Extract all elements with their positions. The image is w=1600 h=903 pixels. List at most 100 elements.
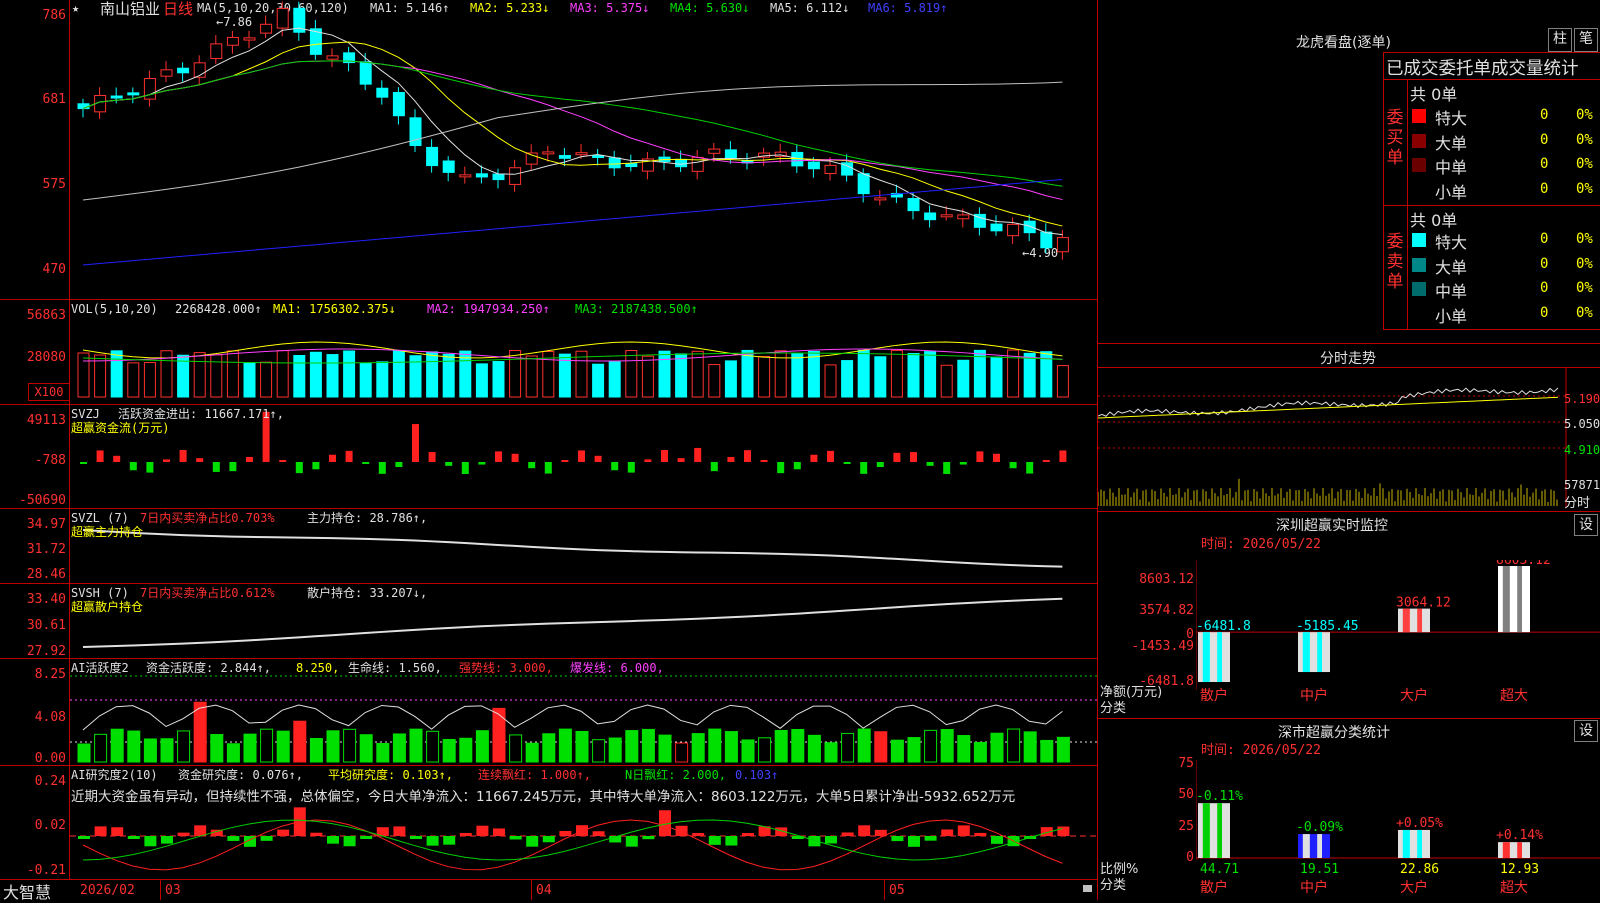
volume-bar (957, 359, 970, 398)
fund-flow-bar (627, 462, 635, 473)
candle-body (326, 55, 339, 60)
classify-chart: -0.11% 44.71 散户 -0.09% 19.51 中户 +0.05% 22.86 大户 +… (1196, 760, 1600, 896)
classify-title: 深市超赢分类统计 (1278, 725, 1390, 741)
ai1-tick-0: 8.25 (34, 667, 66, 682)
buy-row-name: 特大 (1435, 109, 1468, 128)
research-bar (443, 836, 456, 845)
research-bar (542, 836, 555, 843)
research-bar (957, 825, 970, 836)
fund-flow-bar (843, 462, 851, 464)
svsh-tick-0: 33.40 (26, 592, 66, 607)
monitor-bar-shade (1317, 632, 1322, 673)
fund-flow-bar (893, 452, 901, 462)
intraday-avg-line (1098, 396, 1559, 419)
activity-bar (791, 728, 805, 763)
ai1-tick-2: 0.00 (34, 751, 66, 766)
volume-bar (807, 350, 820, 398)
intraday-tick-3: 57871 (1564, 478, 1600, 492)
volume-bar (77, 352, 90, 398)
classify-value-label: 44.71 (1200, 862, 1239, 877)
classify-bar-shade (1402, 829, 1410, 858)
classify-bar-shade (1217, 803, 1222, 858)
vol-ma2: MA2: 1947934.250↑ (427, 302, 550, 316)
kline-chart[interactable] (70, 0, 1097, 880)
monitor-settings-button[interactable]: 设 (1574, 514, 1598, 536)
volume-bar (525, 355, 538, 398)
fund-flow-bar (395, 462, 403, 468)
research-bar (708, 836, 721, 845)
buy-color-swatch (1412, 109, 1426, 123)
fund-flow-bar (163, 459, 170, 462)
activity-bar (741, 739, 755, 763)
research-bar (393, 826, 406, 836)
monitor-bar-label: -6481.8 (1196, 619, 1251, 634)
volume-bar (708, 364, 721, 398)
classify-category-label: 中户 (1300, 879, 1328, 896)
tick-view-button[interactable]: 笔 (1574, 28, 1598, 52)
svsh-sub: 超赢散户持仓 (71, 600, 144, 614)
svsh-tick-2: 27.92 (26, 644, 66, 659)
volume-bar (924, 351, 937, 398)
svzl-tick-0: 34.97 (26, 517, 66, 532)
volume-bar (791, 353, 804, 398)
bar-view-button[interactable]: 柱 (1548, 28, 1572, 52)
activity-bar (592, 739, 606, 763)
vol-ma1: MA1: 1756302.375↓ (273, 302, 396, 316)
fund-flow-bar (860, 462, 868, 474)
ai2-tick-1: 0.02 (34, 818, 66, 833)
ai2-comment: 近期大资金虽有异动，但持续性不强，总体偏空，今日大单净流入：11667.245万… (71, 789, 1016, 805)
fund-flow-bar (644, 459, 652, 462)
candle-body (625, 163, 638, 168)
lock-icon[interactable] (1083, 885, 1092, 892)
fund-flow-bar (993, 453, 1000, 462)
fund-flow-bar (129, 462, 137, 471)
svzj-desc: 活跃资金进出: 11667.171↑, (118, 407, 284, 421)
activity-bar (309, 738, 323, 763)
candle-body (442, 160, 455, 173)
classify-tick-2: 25 (1178, 819, 1194, 834)
vol-unit-button[interactable]: X100 (28, 383, 70, 401)
monitor-category-label: 大户 (1400, 687, 1428, 704)
research-bar (559, 830, 572, 836)
activity-bar (426, 730, 440, 763)
fund-flow-bar (926, 462, 934, 466)
activity-bar (459, 737, 473, 763)
monitor-tick-3: -1453.49 (1131, 639, 1194, 654)
ai1-v1: 资金活跃度: 2.844↑, (146, 661, 272, 675)
ai2-v3: 连续飘红: 1.000↑, (478, 768, 592, 782)
buy-row-name: 大单 (1435, 133, 1468, 153)
classify-bar-shade (1502, 842, 1510, 858)
candle-body (1007, 223, 1020, 237)
buy-color-swatch (1412, 182, 1426, 197)
main-chart-area[interactable]: ★ 南山铝业 日线 MA(5,10,20,30,60,120) MA1: 5.1… (0, 0, 1098, 902)
fund-flow-bar (1059, 450, 1067, 462)
buy-row-pct: 0% (1576, 131, 1593, 148)
price-tick-0: 786 (42, 8, 66, 23)
classify-settings-button[interactable]: 设 (1574, 720, 1598, 742)
activity-bar (276, 730, 290, 763)
candle-body (260, 23, 273, 34)
classify-category-label: 超大 (1500, 880, 1528, 896)
classify-value-label: 22.86 (1400, 862, 1439, 877)
date-tick-apr: 04 (536, 883, 552, 898)
candle-body (990, 223, 1003, 232)
classify-bar-shade (1417, 829, 1422, 858)
svzl-desc: 7日内买卖净占比0.703% (140, 511, 275, 525)
activity-bar (525, 742, 539, 763)
activity-bar (774, 729, 788, 763)
svsh-desc: 7日内买卖净占比0.612% (140, 586, 275, 600)
activity-bar (824, 742, 838, 763)
volume-bar (841, 360, 854, 398)
buy-row-count: 0 (1540, 131, 1549, 148)
candle-body (160, 69, 173, 77)
activity-bar (973, 741, 987, 763)
volume-bar (641, 355, 654, 398)
intraday-chart[interactable] (1098, 368, 1568, 508)
classify-value-label: 19.51 (1300, 862, 1339, 877)
candle-body (1023, 220, 1036, 234)
activity-bar (890, 739, 904, 763)
candle-body (509, 167, 522, 185)
classify-bar-shade (1517, 842, 1522, 858)
ai1-v5: 爆发线: 6.000, (570, 661, 664, 675)
intraday-price-line (1098, 387, 1559, 417)
